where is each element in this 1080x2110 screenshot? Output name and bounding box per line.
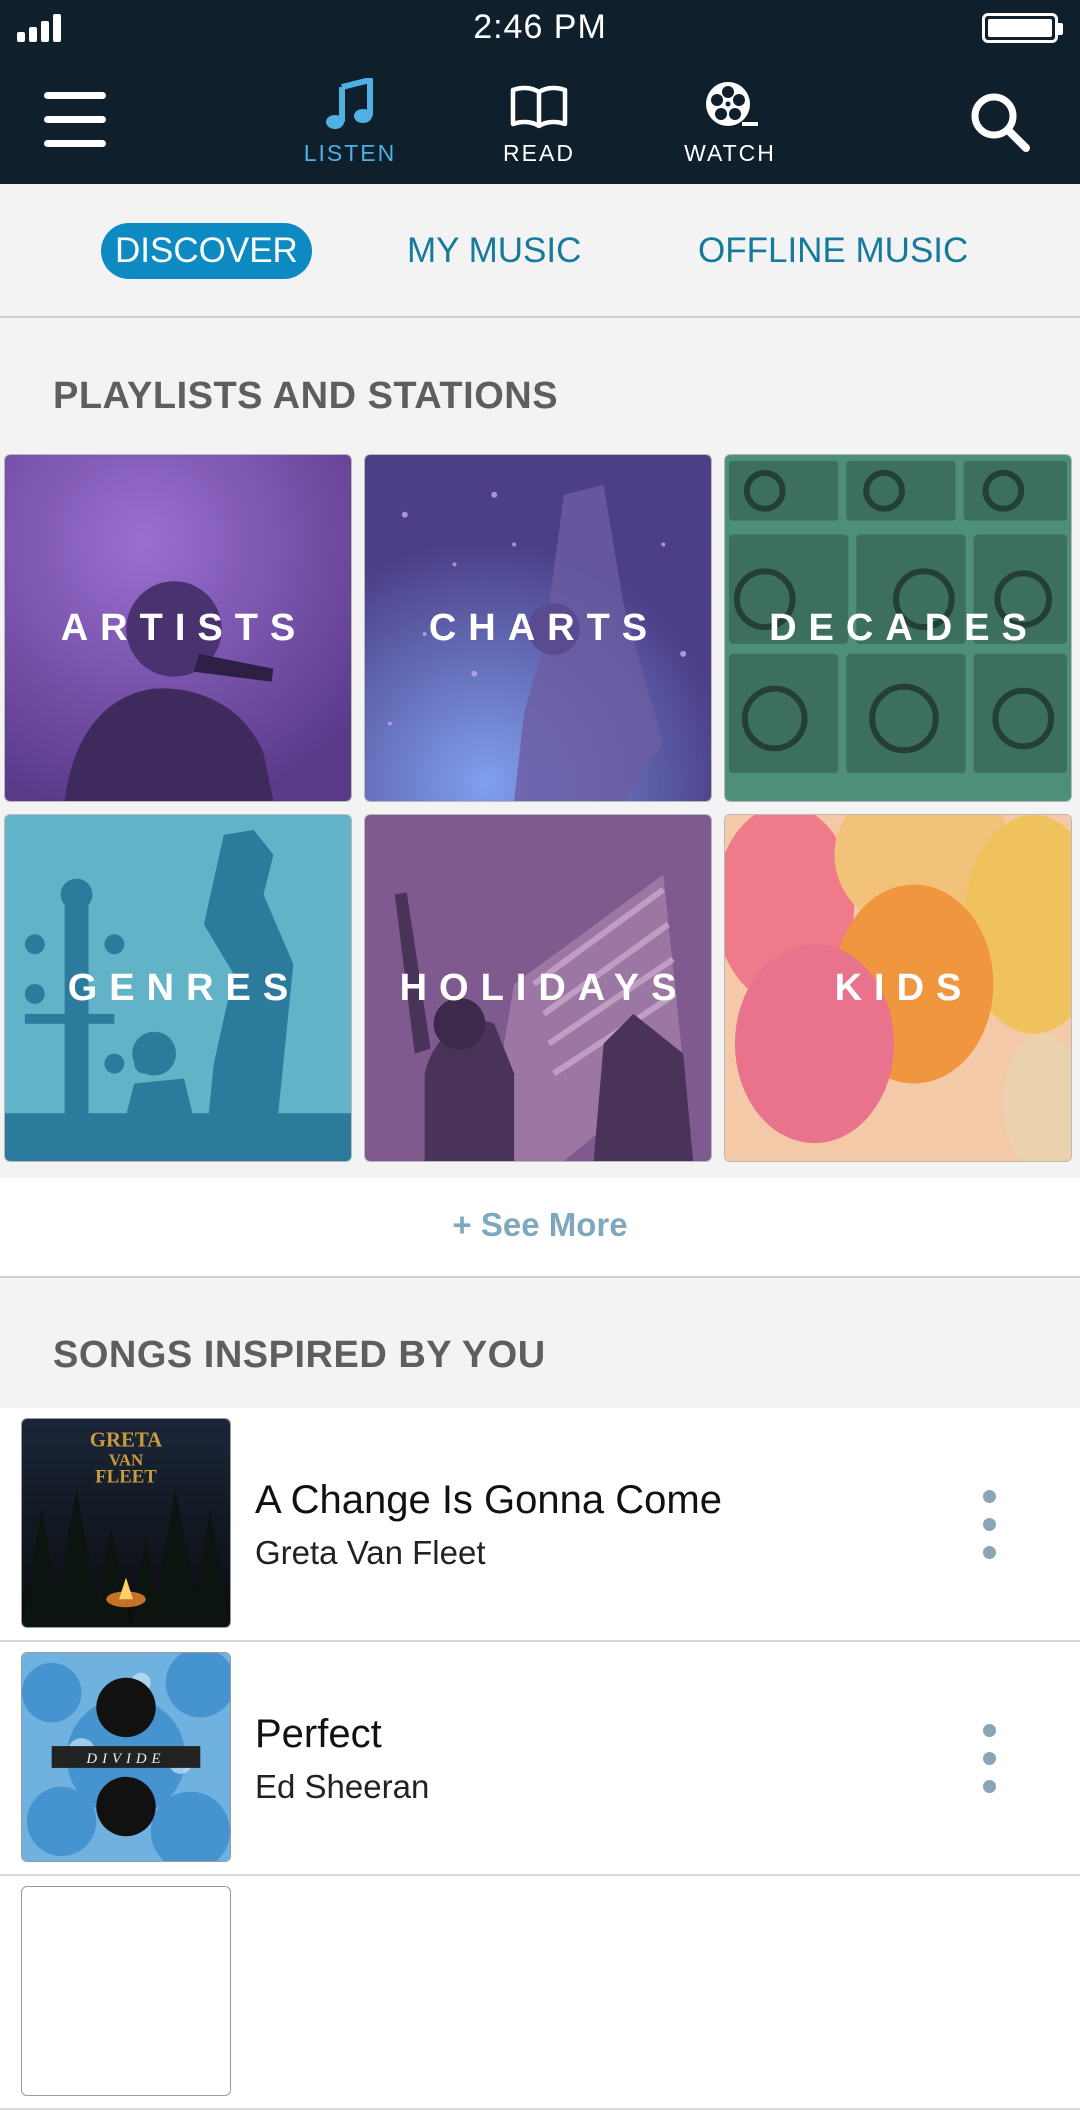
song-row[interactable]: GRETA VAN FLEET A Change Is Gonna Come G… [0, 1408, 1080, 1642]
dot [983, 1724, 996, 1737]
tab-offline-music[interactable]: OFFLINE MUSIC [698, 223, 968, 279]
playlist-tile-kids[interactable]: KIDS [724, 814, 1072, 1162]
tile-label: KIDS [834, 966, 974, 1009]
playlist-tile-charts[interactable]: CHARTS [364, 454, 712, 802]
album-art: GRETA VAN FLEET [21, 1418, 231, 1628]
see-more-bar: + See More [0, 1178, 1080, 1278]
album-art-image: DIVIDE [22, 1653, 230, 1861]
mode-watch-button[interactable]: WATCH [655, 76, 805, 167]
tile-label: ARTISTS [60, 606, 308, 649]
dot [983, 1490, 996, 1503]
playlist-tile-decades[interactable]: DECADES [724, 454, 1072, 802]
menu-line [44, 140, 106, 147]
album-art-image: GRETA VAN FLEET [22, 1419, 230, 1627]
mode-read-label: READ [503, 140, 575, 166]
song-title: Perfect [255, 1712, 382, 1756]
playlist-tile-genres[interactable]: GENRES [4, 814, 352, 1162]
mode-read-button[interactable]: READ [464, 76, 614, 167]
song-artist: Greta Van Fleet [255, 1534, 486, 1571]
album-art: DIVIDE [21, 1652, 231, 1862]
album-art [21, 1886, 231, 2096]
tile-label: CHARTS [428, 606, 660, 649]
book-icon [510, 85, 568, 129]
film-reel-icon [706, 82, 758, 126]
dot [983, 1752, 996, 1765]
dot [983, 1780, 996, 1793]
playlist-tile-holidays[interactable]: HOLIDAYS [364, 814, 712, 1162]
song-row[interactable] [0, 1876, 1080, 2110]
playlists-section-title: PLAYLISTS AND STATIONS [53, 375, 559, 417]
more-options-button[interactable] [965, 1722, 1015, 1802]
mode-listen-label: LISTEN [303, 140, 397, 166]
sub-tab-bar: DISCOVER MY MUSIC OFFLINE MUSIC [0, 184, 1080, 318]
tab-my-music[interactable]: MY MUSIC [407, 223, 581, 279]
menu-line [44, 92, 106, 99]
menu-line [44, 116, 106, 123]
song-artist: Ed Sheeran [255, 1768, 430, 1805]
dot [983, 1518, 996, 1531]
dot [983, 1546, 996, 1559]
tile-label: GENRES [67, 966, 301, 1009]
see-more-link[interactable]: + See More [0, 1206, 1080, 1244]
tab-discover[interactable]: DISCOVER [101, 223, 312, 279]
tile-label: HOLIDAYS [399, 966, 689, 1009]
album-art-text: GRETA [90, 1429, 162, 1452]
mode-listen-button[interactable]: LISTEN [275, 76, 425, 167]
mode-watch-label: WATCH [684, 140, 776, 166]
battery-icon [982, 13, 1063, 43]
status-time: 2:46 PM [473, 8, 607, 46]
song-title: A Change Is Gonna Come [255, 1478, 722, 1522]
songs-section-title: SONGS INSPIRED BY YOU [53, 1334, 546, 1376]
song-row[interactable]: DIVIDE Perfect Ed Sheeran [0, 1642, 1080, 1876]
music-note-icon [326, 78, 373, 129]
svg-text:FLEET: FLEET [95, 1466, 157, 1487]
status-bar: 2:46 PM [0, 0, 1080, 56]
more-options-button[interactable] [965, 1488, 1015, 1568]
album-art-text: DIVIDE [85, 1751, 165, 1767]
tile-label: DECADES [769, 606, 1039, 649]
playlist-tile-artists[interactable]: ARTISTS [4, 454, 352, 802]
app-header: 2:46 PM LISTEN READ WATCH [0, 0, 1080, 184]
search-button[interactable] [968, 90, 1032, 154]
hamburger-menu-button[interactable] [44, 90, 108, 150]
search-icon [971, 93, 1030, 152]
